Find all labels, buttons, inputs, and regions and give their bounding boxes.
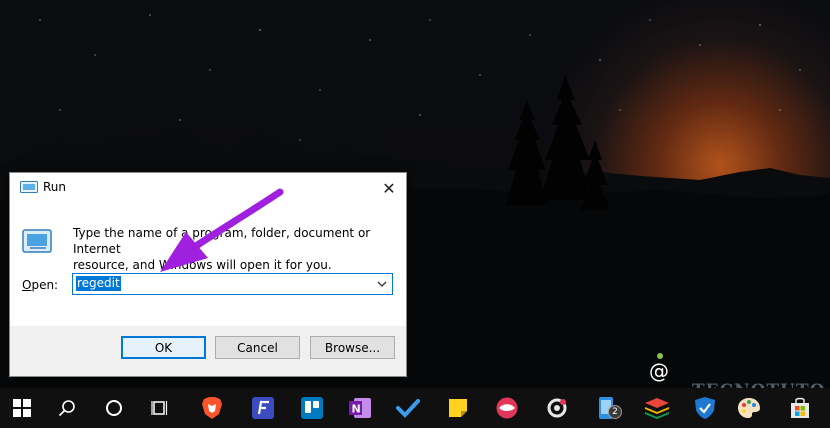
brave-button[interactable] — [190, 388, 234, 428]
task-view-icon — [151, 401, 168, 415]
tray-overlay-icons: @ — [649, 353, 669, 383]
run-titlebar[interactable]: Run ✕ — [10, 173, 406, 203]
svg-text:N: N — [352, 403, 361, 416]
windows-start-icon — [13, 399, 31, 417]
phone-app-button[interactable]: 2 — [584, 388, 628, 428]
run-footer: OK Cancel Browse... — [10, 326, 406, 376]
settings-app-button[interactable] — [535, 388, 579, 428]
sticky-notes-icon — [449, 399, 467, 417]
open-label-text: pen: — [31, 278, 59, 292]
store-button[interactable] — [778, 388, 822, 428]
paint-button[interactable] — [727, 388, 771, 428]
run-title: Run — [43, 180, 67, 194]
store-icon — [791, 397, 809, 418]
files-app-icon — [252, 397, 274, 419]
task-view-button[interactable] — [138, 388, 182, 428]
run-body: Type the name of a program, folder, docu… — [10, 203, 406, 326]
todo-icon — [396, 399, 420, 418]
defender-button[interactable] — [683, 388, 727, 428]
onenote-icon: N — [349, 398, 371, 418]
trello-icon — [301, 397, 323, 419]
open-input-value[interactable]: regedit — [76, 276, 121, 291]
run-app-icon — [20, 181, 38, 193]
cancel-button[interactable]: Cancel — [215, 336, 300, 359]
paint-icon — [738, 398, 760, 418]
start-button[interactable] — [0, 388, 44, 428]
browse-button[interactable]: Browse... — [310, 336, 395, 359]
files-app-button[interactable] — [241, 388, 285, 428]
chevron-down-icon[interactable] — [376, 278, 388, 290]
run-dialog: Run ✕ Type the name of a program, folder… — [9, 172, 407, 377]
open-label: Open: — [22, 278, 58, 292]
lips-app-button[interactable] — [485, 388, 529, 428]
lips-app-icon — [496, 397, 518, 419]
stack-app-button[interactable] — [635, 388, 679, 428]
defender-icon — [695, 397, 715, 419]
close-button[interactable]: ✕ — [372, 173, 406, 203]
onenote-button[interactable]: N — [338, 388, 382, 428]
notification-badge: 2 — [608, 405, 622, 419]
open-combobox[interactable]: regedit — [72, 273, 393, 295]
stack-app-icon — [645, 398, 669, 419]
trello-button[interactable] — [290, 388, 334, 428]
search-button[interactable] — [45, 388, 89, 428]
description-line-1: Type the name of a program, folder, docu… — [73, 226, 371, 256]
sticky-notes-button[interactable] — [436, 388, 480, 428]
taskbar: N 2 — [0, 388, 830, 428]
cortana-button[interactable] — [92, 388, 136, 428]
at-sign-icon: @ — [649, 359, 669, 383]
close-icon: ✕ — [382, 178, 396, 198]
ok-button[interactable]: OK — [121, 336, 206, 359]
run-description: Type the name of a program, folder, docu… — [73, 225, 393, 273]
search-icon — [58, 400, 75, 417]
todo-button[interactable] — [386, 388, 430, 428]
cortana-icon — [106, 400, 122, 416]
brave-icon — [202, 397, 222, 419]
description-line-2: resource, and Windows will open it for y… — [73, 258, 332, 272]
run-large-icon — [22, 229, 52, 253]
settings-app-icon — [547, 398, 567, 418]
